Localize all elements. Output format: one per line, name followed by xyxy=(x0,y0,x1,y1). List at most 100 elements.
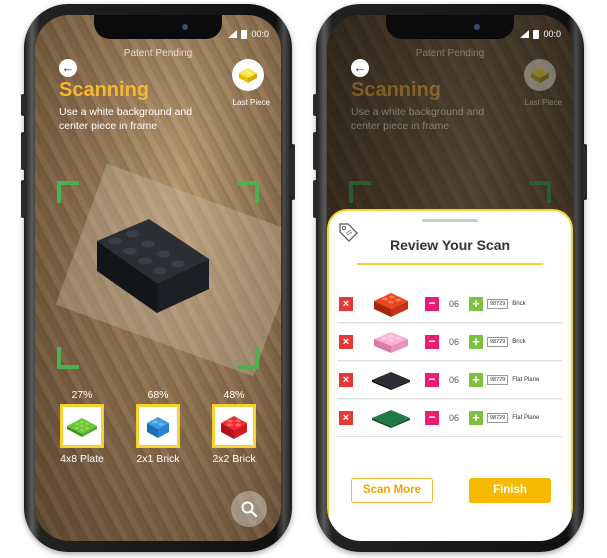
candidate-confidence: 48% xyxy=(223,389,245,401)
part-number: 98729 xyxy=(487,375,509,385)
patent-pending-text: Patent Pending xyxy=(123,48,193,59)
mute-switch xyxy=(313,94,317,116)
scan-results-list: × − 06 + 98729 Brick × − 06 + 98729 Bric… xyxy=(337,285,563,437)
battery-icon xyxy=(533,29,540,39)
candidate-4x8-plate[interactable]: 27% 4x8 Plate xyxy=(47,389,117,465)
candidate-2x2-brick[interactable]: 48% 2x2 Brick xyxy=(199,389,269,465)
scan-row: × − 06 + 98729 Flat Plane xyxy=(337,361,563,399)
candidate-thumbnail xyxy=(136,404,180,448)
front-camera xyxy=(474,24,480,30)
remove-row-button[interactable]: × xyxy=(339,296,353,311)
part-type: Flat Plane xyxy=(512,377,540,383)
last-piece-label: Last Piece xyxy=(524,98,562,107)
notch xyxy=(94,15,222,39)
candidate-name: 2x1 Brick xyxy=(136,453,180,465)
volume-up-button xyxy=(313,132,317,170)
candidate-confidence: 27% xyxy=(71,389,93,401)
volume-down-button xyxy=(313,180,317,218)
review-title: Review Your Scan xyxy=(389,237,511,253)
decrease-quantity-button[interactable]: − xyxy=(425,296,439,311)
status-bar: 00:0 xyxy=(228,29,269,39)
power-button xyxy=(583,144,587,200)
part-thumbnail xyxy=(369,327,413,357)
scanning-screen: 00:0 Patent Pending ← Scanning Use a whi… xyxy=(35,15,281,541)
part-number: 98729 xyxy=(487,298,509,309)
quantity-value: 06 xyxy=(448,337,459,347)
increase-quantity-button[interactable]: + xyxy=(469,296,483,311)
back-arrow-icon[interactable]: ← xyxy=(351,59,369,77)
status-time: 00:0 xyxy=(543,29,561,39)
scanning-title: Scanning xyxy=(59,79,150,101)
frame-corner-bottom-right xyxy=(237,347,259,369)
remove-row-button[interactable]: × xyxy=(339,373,353,387)
review-sheet: Review Your Scan × − 06 + 98729 Brick × … xyxy=(327,209,573,541)
notch xyxy=(386,15,514,39)
candidate-list: 27% 4x8 Plate 68% 2x1 Brick 48% 2x2 Bric… xyxy=(47,389,269,465)
review-title-underline xyxy=(357,263,543,265)
scan-row: × − 06 + 98729 Brick xyxy=(337,323,563,361)
candidate-name: 2x2 Brick xyxy=(212,453,256,465)
frame-corner-top-left xyxy=(57,181,79,203)
scan-instructions: Use a white background and center piece … xyxy=(351,106,485,132)
candidate-thumbnail xyxy=(212,404,256,448)
front-camera xyxy=(182,24,188,30)
black-plate-icon xyxy=(372,372,410,390)
frame-corner-top-right xyxy=(237,181,259,203)
decrease-quantity-button[interactable]: − xyxy=(425,411,439,425)
increase-quantity-button[interactable]: + xyxy=(469,411,483,425)
last-piece-button[interactable] xyxy=(524,59,556,91)
remove-row-button[interactable]: × xyxy=(339,411,353,425)
increase-quantity-button[interactable]: + xyxy=(469,373,483,387)
increase-quantity-button[interactable]: + xyxy=(469,335,483,349)
part-type: Brick xyxy=(512,339,526,345)
search-button[interactable] xyxy=(231,491,267,527)
decrease-quantity-button[interactable]: − xyxy=(425,335,439,349)
part-type: Flat Plane xyxy=(512,415,540,421)
signal-icon xyxy=(228,30,238,38)
scanning-title: Scanning xyxy=(351,79,442,101)
sheet-grabber[interactable] xyxy=(422,219,478,222)
scan-row: × − 06 + 98729 Brick xyxy=(337,285,563,323)
red-brick-icon xyxy=(374,292,408,317)
status-time: 00:0 xyxy=(251,29,269,39)
pink-brick-icon xyxy=(374,332,408,353)
frame-corner-top-left xyxy=(349,181,371,203)
search-icon xyxy=(241,501,258,518)
frame-corner-top-right xyxy=(529,181,551,203)
candidate-2x1-brick[interactable]: 68% 2x1 Brick xyxy=(123,389,193,465)
finish-button[interactable]: Finish xyxy=(469,478,551,503)
part-thumbnail xyxy=(369,365,413,395)
review-screen: 00:0 Patent Pending ← Scanning Use a whi… xyxy=(327,15,573,541)
yellow-brick-icon xyxy=(531,68,549,83)
quantity-value: 06 xyxy=(448,375,459,385)
volume-down-button xyxy=(21,180,25,218)
signal-icon xyxy=(520,30,530,38)
quantity-value: 06 xyxy=(448,413,459,423)
red-brick-icon xyxy=(221,416,247,439)
part-type: Brick xyxy=(512,300,526,307)
scan-instructions: Use a white background and center piece … xyxy=(59,106,193,132)
remove-row-button[interactable]: × xyxy=(339,335,353,349)
mute-switch xyxy=(21,94,25,116)
last-piece-button[interactable] xyxy=(232,59,264,91)
blue-brick-icon xyxy=(147,417,169,438)
yellow-brick-icon xyxy=(239,68,257,83)
frame-corner-bottom-left xyxy=(57,347,79,369)
patent-pending-text: Patent Pending xyxy=(415,48,485,59)
status-bar: 00:0 xyxy=(520,29,561,39)
decrease-quantity-button[interactable]: − xyxy=(425,373,439,387)
part-number: 98729 xyxy=(487,413,509,423)
last-piece-label: Last Piece xyxy=(232,98,270,107)
scanned-black-brick xyxy=(87,211,217,326)
scan-row: × − 06 + 98729 Flat Plane xyxy=(337,399,563,437)
scan-more-button[interactable]: Scan More xyxy=(351,478,433,503)
power-button xyxy=(291,144,295,200)
candidate-confidence: 68% xyxy=(147,389,169,401)
phone-scanning: 00:0 Patent Pending ← Scanning Use a whi… xyxy=(21,4,295,552)
back-arrow-icon[interactable]: ← xyxy=(59,59,77,77)
volume-up-button xyxy=(21,132,25,170)
quantity-value: 06 xyxy=(448,298,459,309)
part-number: 98729 xyxy=(487,337,509,347)
part-thumbnail xyxy=(369,289,413,319)
green-plate-icon xyxy=(67,418,97,437)
